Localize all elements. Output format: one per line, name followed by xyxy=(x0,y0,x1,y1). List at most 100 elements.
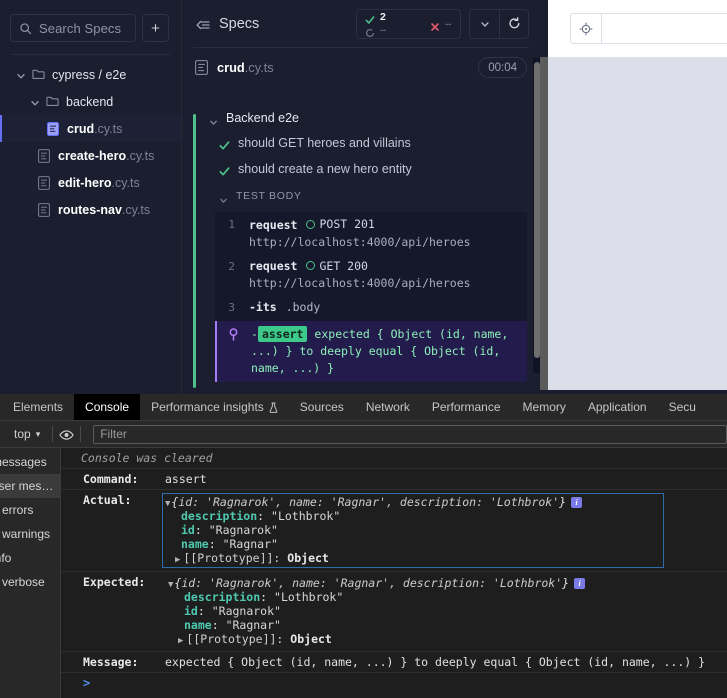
spec-duration-badge: 00:04 xyxy=(478,57,527,78)
expected-object-inspector[interactable]: ▼{id: 'Ragnarok', name: 'Ragnar', descri… xyxy=(165,575,588,648)
triangle-right-icon[interactable]: ▶ xyxy=(175,555,180,565)
chevron-down-icon: ▾ xyxy=(35,428,41,439)
info-badge-icon[interactable]: i xyxy=(574,578,586,589)
console-filter-input[interactable]: Filter xyxy=(93,424,727,444)
sidebar-item-verbose[interactable]: o verbose xyxy=(0,570,60,594)
collapse-specs-icon[interactable] xyxy=(196,18,210,30)
command-url: http://localhost:4000/api/heroes xyxy=(249,276,471,290)
console-prompt-row[interactable]: > xyxy=(61,673,727,693)
tab-application[interactable]: Application xyxy=(577,394,658,420)
preview-url-input[interactable] xyxy=(602,13,727,44)
folder-icon xyxy=(46,95,59,108)
spec-file-icon xyxy=(38,202,50,217)
triangle-down-icon[interactable]: ▼ xyxy=(165,499,170,509)
object-preview: id: 'Ragnarok', name: 'Ragnar', descript… xyxy=(178,495,560,509)
sidebar-item-crud-spec[interactable]: crud.cy.ts xyxy=(0,115,181,142)
toolbar-separator xyxy=(52,426,54,442)
preview-url-bar xyxy=(548,0,727,57)
spec-file-icon xyxy=(38,148,50,163)
object-head[interactable]: ▼{id: 'Ragnarok', name: 'Ragnar', descri… xyxy=(168,576,586,590)
test-title: should create a new hero entity xyxy=(238,162,412,176)
test-title: should GET heroes and villains xyxy=(238,136,411,150)
search-specs-input[interactable]: Search Specs xyxy=(10,14,136,42)
close-icon xyxy=(430,19,440,31)
runner-buttons xyxy=(469,8,529,39)
console-row-actual: Actual: ▼{id: 'Ragnarok', name: 'Ragnar'… xyxy=(61,490,727,572)
tab-network[interactable]: Network xyxy=(355,394,421,420)
tree-folder-cypress-e2e[interactable]: cypress / e2e xyxy=(0,61,181,88)
pending-count: -- xyxy=(380,24,387,36)
tab-performance-insights-label: Performance insights xyxy=(151,400,264,414)
active-spec-row[interactable]: crud.cy.ts 00:04 xyxy=(193,47,529,87)
assertion-row[interactable]: - assert expected { Object (id, name, ...… xyxy=(215,321,527,382)
app-under-test-preview xyxy=(540,0,727,394)
command-name: request xyxy=(249,217,298,232)
runner-title: Specs xyxy=(219,15,260,32)
chevron-down-icon xyxy=(16,70,26,80)
tab-memory[interactable]: Memory xyxy=(512,394,577,420)
command-row[interactable]: 3 -its .body xyxy=(215,295,527,319)
rerun-tests-button[interactable] xyxy=(499,8,529,39)
command-name: -its xyxy=(249,300,277,314)
runner-header: Specs 2 -- -- xyxy=(182,0,540,47)
spec-file-tree: cypress / e2e backend crud.cy.ts create-… xyxy=(0,55,181,223)
tab-elements[interactable]: Elements xyxy=(2,394,74,420)
test-body-header[interactable]: TEST BODY xyxy=(204,184,527,208)
assertion-keyword: assert xyxy=(257,326,308,342)
actual-object-inspector[interactable]: ▼{id: 'Ragnarok', name: 'Ragnar', descri… xyxy=(162,493,664,568)
object-prototype-row[interactable]: ▶ [[Prototype]]: Object xyxy=(168,632,585,646)
spec-file-name: edit-hero.cy.ts xyxy=(58,175,140,190)
object-preview: id: 'Ragnarok', name: 'Ragnar', descript… xyxy=(181,576,563,590)
tab-security[interactable]: Secu xyxy=(658,394,707,420)
tab-performance[interactable]: Performance xyxy=(421,394,512,420)
element-selector-button[interactable] xyxy=(570,13,602,44)
command-row[interactable]: 1 request POST 201 http://localhost:4000… xyxy=(215,212,527,254)
row-value: ▼{id: 'Ragnarok', name: 'Ragnar', descri… xyxy=(165,575,727,648)
runner-scrollbar[interactable] xyxy=(533,58,540,373)
runner-dropdown-button[interactable] xyxy=(469,8,499,39)
command-row[interactable]: 2 request GET 200 http://localhost:4000/… xyxy=(215,254,527,296)
test-row[interactable]: should GET heroes and villains xyxy=(204,130,527,156)
spec-file-name: create-hero.cy.ts xyxy=(58,148,155,163)
row-value: ▼{id: 'Ragnarok', name: 'Ragnar', descri… xyxy=(162,493,727,568)
add-spec-button[interactable]: + xyxy=(142,14,169,42)
tab-console[interactable]: Console xyxy=(74,394,141,420)
triangle-right-icon[interactable]: ▶ xyxy=(178,636,183,646)
assertion-pin xyxy=(217,326,251,377)
spec-file-name: crud.cy.ts xyxy=(67,121,123,136)
row-key: Expected: xyxy=(83,575,146,589)
console-sidebar: messages user mes… o errors o warnings i… xyxy=(0,448,61,698)
sidebar-item-info[interactable]: info xyxy=(0,546,60,570)
check-icon xyxy=(365,12,375,24)
object-head[interactable]: ▼{id: 'Ragnarok', name: 'Ragnar', descri… xyxy=(165,495,583,509)
suite-header[interactable]: Backend e2e xyxy=(204,106,527,130)
sidebar-item-warnings[interactable]: o warnings xyxy=(0,522,60,546)
spec-file-icon xyxy=(38,175,50,190)
command-name: request xyxy=(249,259,298,273)
tab-sources[interactable]: Sources xyxy=(289,394,355,420)
sidebar-item-create-hero-spec[interactable]: create-hero.cy.ts xyxy=(0,142,181,169)
prompt-arrow-icon: > xyxy=(83,676,91,690)
test-row[interactable]: should create a new hero entity xyxy=(204,156,527,182)
sidebar-item-errors[interactable]: o errors xyxy=(0,498,60,522)
row-key: Message: xyxy=(83,655,139,669)
command-number: 1 xyxy=(228,218,235,231)
spec-file-icon xyxy=(195,60,208,75)
console-row-command: Command: assert xyxy=(61,469,727,490)
tree-folder-backend[interactable]: backend xyxy=(0,88,181,115)
sidebar-item-user-messages[interactable]: user mes… xyxy=(0,474,60,498)
execution-context-selector[interactable]: top ▾ xyxy=(8,427,46,441)
devtools-tab-bar: Elements Console Performance insights So… xyxy=(0,394,727,421)
chevron-down-icon xyxy=(30,97,40,107)
preview-left-gutter xyxy=(540,57,548,390)
info-badge-icon[interactable]: i xyxy=(571,497,583,508)
sidebar-item-routes-nav-spec[interactable]: routes-nav.cy.ts xyxy=(0,196,181,223)
execution-context-label: top xyxy=(14,427,31,441)
sidebar-item-all-messages[interactable]: messages xyxy=(0,450,60,474)
object-prototype-row[interactable]: ▶ [[Prototype]]: Object xyxy=(165,551,660,565)
eye-icon[interactable] xyxy=(59,428,74,441)
tab-performance-insights[interactable]: Performance insights xyxy=(140,394,289,420)
devtools-panel: Elements Console Performance insights So… xyxy=(0,394,727,698)
triangle-down-icon[interactable]: ▼ xyxy=(168,580,173,590)
sidebar-item-edit-hero-spec[interactable]: edit-hero.cy.ts xyxy=(0,169,181,196)
